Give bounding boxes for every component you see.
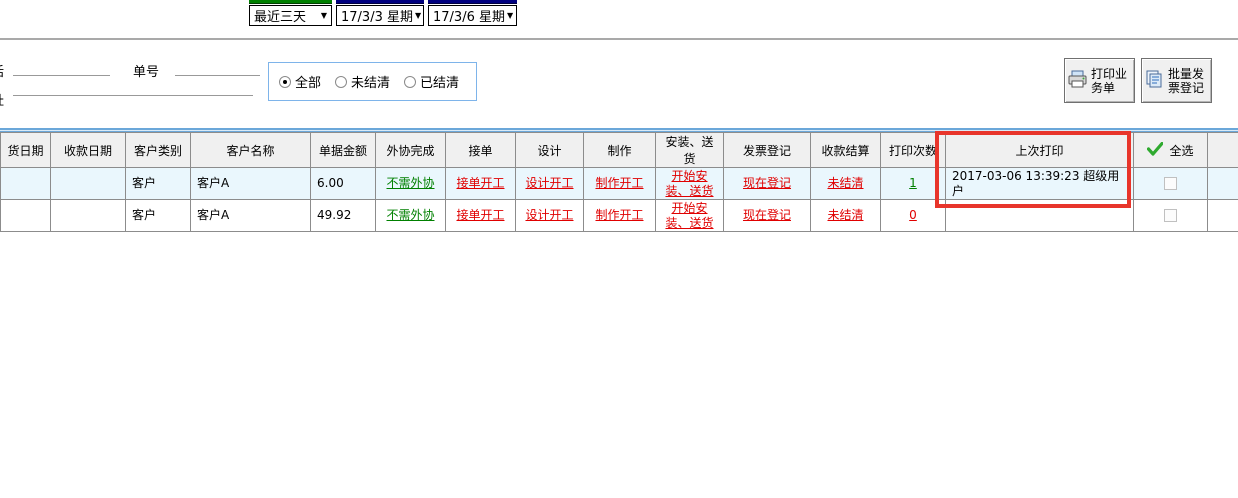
outsourcing-link[interactable]: 不需外协 xyxy=(386,208,434,222)
address-input[interactable] xyxy=(13,95,253,96)
cell-payment-date xyxy=(51,168,126,200)
select-all-label: 全选 xyxy=(1169,142,1193,159)
cell-empty xyxy=(1208,200,1238,232)
date-to-select[interactable]: 17/3/6 星期 ▼ xyxy=(428,5,517,26)
header-order: 接单 xyxy=(446,133,516,168)
design-start-link[interactable]: 设计开工 xyxy=(525,176,573,190)
header-amount: 单据金额 xyxy=(311,133,376,168)
date-to-value: 17/3/6 星期 xyxy=(433,6,505,25)
header-empty xyxy=(1208,133,1238,168)
header-design: 设计 xyxy=(516,133,584,168)
batch-invoice-register-label: 批量发票登记 xyxy=(1168,67,1208,95)
print-business-order-button[interactable]: 打印业务单 xyxy=(1064,58,1135,103)
table-header-row: 货日期 收款日期 客户类别 客户名称 单据金额 外协完成 接单 设计 制作 安装… xyxy=(1,133,1238,168)
production-start-link[interactable]: 制作开工 xyxy=(595,208,643,222)
orders-table: 货日期 收款日期 客户类别 客户名称 单据金额 外协完成 接单 设计 制作 安装… xyxy=(0,127,1238,232)
print-count-link[interactable]: 0 xyxy=(909,208,917,222)
chevron-down-icon: ▼ xyxy=(507,11,513,20)
chevron-down-icon: ▼ xyxy=(415,11,421,20)
design-start-link[interactable]: 设计开工 xyxy=(525,208,573,222)
date-to-header-strip xyxy=(428,0,517,4)
cell-delivery-date xyxy=(1,200,51,232)
radio-selected-icon xyxy=(279,76,291,88)
date-from-value: 17/3/3 星期 xyxy=(341,6,413,25)
cell-last-print xyxy=(946,200,1134,232)
cell-amount: 49.92 xyxy=(311,200,376,232)
header-outsourcing: 外协完成 xyxy=(376,133,446,168)
header-delivery-date: 货日期 xyxy=(1,133,51,168)
cell-customer-type: 客户 xyxy=(126,168,191,200)
radio-unsettled-label: 未结清 xyxy=(351,72,390,91)
cell-customer-type: 客户 xyxy=(126,200,191,232)
settlement-link[interactable]: 未结清 xyxy=(827,208,863,222)
date-range-value: 最近三天 xyxy=(254,6,319,25)
order-no-label: 单号 xyxy=(133,61,159,80)
table-row: 客户 客户A 6.00 不需外协 接单开工 设计开工 制作开工 开始安装、送货 … xyxy=(1,168,1238,200)
header-print-count: 打印次数 xyxy=(881,133,946,168)
row-checkbox[interactable] xyxy=(1164,209,1177,222)
radio-settled-label: 已结清 xyxy=(420,72,459,91)
invoice-register-link[interactable]: 现在登记 xyxy=(743,208,791,222)
cell-empty xyxy=(1208,168,1238,200)
printer-icon xyxy=(1068,70,1088,92)
cell-delivery-date xyxy=(1,168,51,200)
cell-payment-date xyxy=(51,200,126,232)
install-delivery-link[interactable]: 开始安装、送货 xyxy=(665,169,713,198)
header-last-print: 上次打印 xyxy=(946,133,1134,168)
documents-icon xyxy=(1145,70,1165,92)
radio-settled[interactable]: 已结清 xyxy=(404,72,459,91)
settlement-status-radio-group: 全部 未结清 已结清 xyxy=(268,62,477,101)
order-no-input[interactable] xyxy=(175,75,260,76)
radio-all-label: 全部 xyxy=(295,72,321,91)
range-header-strip xyxy=(249,0,332,4)
batch-invoice-register-button[interactable]: 批量发票登记 xyxy=(1141,58,1212,103)
date-from-select[interactable]: 17/3/3 星期 ▼ xyxy=(336,5,424,26)
order-start-link[interactable]: 接单开工 xyxy=(456,208,504,222)
radio-all[interactable]: 全部 xyxy=(279,72,321,91)
cell-customer-name: 客户A xyxy=(191,168,311,200)
outsourcing-link[interactable]: 不需外协 xyxy=(386,176,434,190)
header-payment-date: 收款日期 xyxy=(51,133,126,168)
radio-unsettled[interactable]: 未结清 xyxy=(335,72,390,91)
header-settlement: 收款结算 xyxy=(811,133,881,168)
header-select-all[interactable]: 全选 xyxy=(1134,133,1208,168)
header-invoice-register: 发票登记 xyxy=(724,133,811,168)
cell-amount: 6.00 xyxy=(311,168,376,200)
settlement-link[interactable]: 未结清 xyxy=(827,176,863,190)
date-from-header-strip xyxy=(336,0,424,4)
phone-label-partial: 话 xyxy=(0,61,4,80)
radio-unselected-icon xyxy=(404,76,416,88)
green-check-icon xyxy=(1147,142,1163,159)
production-start-link[interactable]: 制作开工 xyxy=(595,176,643,190)
table-row: 客户 客户A 49.92 不需外协 接单开工 设计开工 制作开工 开始安装、送货… xyxy=(1,200,1238,232)
radio-unselected-icon xyxy=(335,76,347,88)
horizontal-divider xyxy=(0,38,1238,40)
header-production: 制作 xyxy=(584,133,656,168)
header-customer-name: 客户名称 xyxy=(191,133,311,168)
cell-last-print: 2017-03-06 13:39:23 超级用户 xyxy=(946,168,1134,200)
order-start-link[interactable]: 接单开工 xyxy=(456,176,504,190)
print-count-link[interactable]: 1 xyxy=(909,176,917,190)
install-delivery-link[interactable]: 开始安装、送货 xyxy=(665,201,713,230)
invoice-register-link[interactable]: 现在登记 xyxy=(743,176,791,190)
header-customer-type: 客户类别 xyxy=(126,133,191,168)
header-install-delivery: 安装、送货 xyxy=(656,133,724,168)
date-range-select[interactable]: 最近三天 ▼ xyxy=(249,5,332,26)
phone-input[interactable] xyxy=(13,75,110,76)
row-checkbox[interactable] xyxy=(1164,177,1177,190)
cell-customer-name: 客户A xyxy=(191,200,311,232)
chevron-down-icon: ▼ xyxy=(321,11,327,20)
print-business-order-label: 打印业务单 xyxy=(1091,67,1131,95)
address-label-partial: 址 xyxy=(0,90,4,109)
